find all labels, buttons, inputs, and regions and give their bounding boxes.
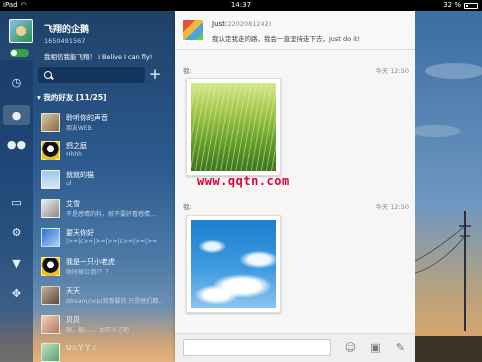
friend-status: ul [66, 180, 72, 187]
message-time: 今天 12:50 [375, 203, 409, 211]
my-qq-number: 1650491567 [44, 37, 86, 45]
clock-time: 14:37 [230, 1, 252, 9]
friend-status: 朋友WEB [66, 125, 92, 132]
friend-name: 艾雪 [66, 200, 80, 208]
peer-signature: 我认定我走的路，我会一直坚持走下去，Just do it! [212, 35, 361, 43]
friend-status: 啊、额、、、、太吓人了吧 [66, 327, 130, 334]
friend-name: 天天 [66, 287, 80, 295]
image-icon[interactable]: ▣ [369, 341, 382, 354]
battery-level [466, 4, 468, 7]
message-input[interactable] [183, 339, 331, 356]
list-item[interactable]: 聆听你的声音 朋友WEB [36, 110, 168, 135]
list-item[interactable]: 天天 /dream//vip/我想要的 只是他们都... [36, 283, 168, 308]
friend-status: /dream//vip/我想要的 只是他们都... [66, 298, 165, 305]
group-header[interactable]: ▾ 我的好友 [11/25] [37, 92, 106, 103]
message-sender: 我: [183, 67, 192, 75]
wheat-field-photo [191, 83, 276, 171]
watermark-text: www.qqtn.com [197, 174, 290, 188]
add-friend-button[interactable]: + [148, 66, 162, 82]
group-title: 我的好友 [11/25] [43, 93, 107, 102]
message-time: 今天 12:50 [375, 67, 409, 75]
friend-name: 聆听你的声音 [66, 114, 108, 122]
avatar [41, 113, 60, 132]
list-item[interactable]: U☆丫丫☆ [36, 340, 168, 362]
avatar [41, 315, 60, 334]
list-item[interactable]: 就就的猫 ul [36, 167, 168, 192]
avatar [41, 343, 60, 362]
avatar [41, 257, 60, 276]
avatar [41, 170, 60, 189]
my-avatar[interactable] [9, 19, 33, 43]
contacts-icon[interactable]: ● [3, 105, 30, 125]
avatar [41, 228, 60, 247]
friend-name: 要天你好 [66, 229, 94, 237]
avatar [41, 286, 60, 305]
blue-sky-clouds-photo [191, 220, 276, 308]
friend-name: U☆丫丫☆ [66, 344, 98, 352]
friend-name: 贝贝 [66, 316, 80, 324]
message-image[interactable] [186, 78, 281, 176]
shirt-icon[interactable]: ▼ [9, 256, 24, 271]
avatar [41, 199, 60, 218]
friend-status: 啥时候公测?？？ [66, 269, 112, 276]
apps-icon[interactable]: ✥ [9, 286, 24, 301]
peer-name: Just [212, 20, 225, 28]
list-item[interactable]: 艾雪 不是感情的料，就不要好看感情... [36, 196, 168, 221]
list-item[interactable]: 贝贝 啊、额、、、、太吓人了吧 [36, 312, 168, 337]
peer-id: (2202081242) [224, 20, 272, 28]
status-bar: iPad ◠ 14:37 32 % [0, 0, 482, 11]
clock-icon[interactable]: ◷ [9, 75, 24, 90]
friend-status: Hhhh [66, 151, 82, 158]
friend-name: 就就的猫 [66, 171, 94, 179]
list-item[interactable]: 鸽之庭 Hhhh [36, 138, 168, 163]
gear-icon[interactable]: ⚙ [9, 225, 24, 240]
side-rail: ◷ ● ●● ▭ ⚙ ▼ ✥ [0, 60, 33, 362]
friend-status: 不是感情的料，就不要好看感情... [66, 211, 156, 218]
friend-name: 我是一只小老虎 [66, 258, 115, 266]
friend-status: |>=|c>=|>=|>=|c>=|>=|>= [66, 238, 158, 245]
wallpaper-scenery [415, 11, 482, 362]
list-item[interactable]: 我是一只小老虎 啥时候公测?？？ [36, 254, 168, 279]
card-icon[interactable]: ▭ [9, 195, 24, 210]
battery-percent: 32 % [443, 1, 461, 9]
online-status-toggle[interactable] [10, 49, 29, 57]
peer-avatar[interactable] [183, 20, 203, 40]
search-input[interactable] [56, 70, 140, 80]
emoji-icon[interactable]: ☺ [344, 341, 357, 354]
input-bar: ☺ ▣ ✎ [175, 333, 415, 362]
search-box[interactable] [38, 67, 145, 83]
search-icon [44, 71, 52, 79]
message-image[interactable] [186, 215, 281, 313]
my-nickname: 飞翔的企鹅 [44, 25, 90, 35]
group-icon[interactable]: ●● [7, 137, 26, 152]
battery-icon [464, 2, 478, 9]
list-item[interactable]: 要天你好 |>=|c>=|>=|>=|c>=|>=|>= [36, 225, 168, 250]
qq-ipad-screen: iPad ◠ 14:37 32 % 飞翔的企鹅 1650491567 我相信我能… [0, 0, 482, 362]
avatar [41, 141, 60, 160]
friend-name: 鸽之庭 [66, 142, 87, 150]
message-sender: 我: [183, 203, 192, 211]
chat-header: Just(2202081242) 我认定我走的路，我会一直坚持走下去，Just … [175, 11, 415, 50]
brush-icon[interactable]: ✎ [394, 341, 407, 354]
my-signature[interactable]: 我相信我能飞翔！ I Belive I can fly! [44, 51, 152, 61]
